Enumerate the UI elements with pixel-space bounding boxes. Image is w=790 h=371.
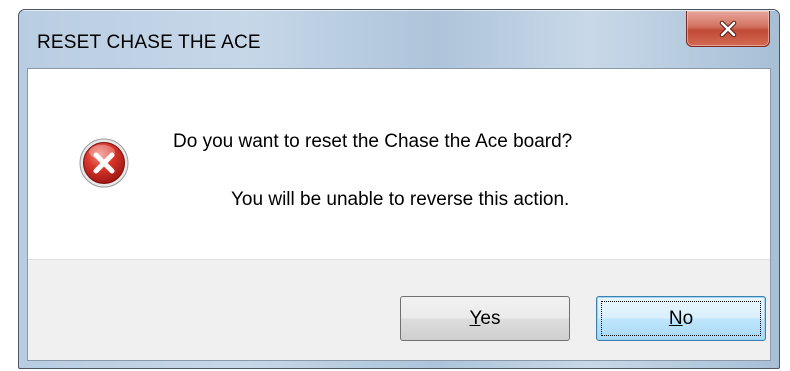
close-icon <box>719 20 737 37</box>
window-title: RESET CHASE THE ACE <box>37 32 261 53</box>
title-bar[interactable]: RESET CHASE THE ACE <box>19 10 779 68</box>
dialog-client-area: Do you want to reset the Chase the Ace b… <box>27 68 771 361</box>
message-dialog: RESET CHASE THE ACE Do you want to reset… <box>18 9 780 369</box>
button-bar: Yes No <box>28 259 770 360</box>
message-primary: Do you want to reset the Chase the Ace b… <box>173 131 573 152</box>
message-secondary: You will be unable to reverse this actio… <box>231 189 570 210</box>
no-accelerator: N <box>668 307 683 329</box>
message-area: Do you want to reset the Chase the Ace b… <box>28 69 770 259</box>
yes-label-rest: es <box>480 307 501 329</box>
error-icon <box>79 138 129 188</box>
close-button[interactable] <box>686 11 770 47</box>
yes-button[interactable]: Yes <box>400 296 570 341</box>
yes-accelerator: Y <box>469 307 481 329</box>
no-label-rest: o <box>682 307 694 329</box>
no-button[interactable]: No <box>596 296 766 341</box>
